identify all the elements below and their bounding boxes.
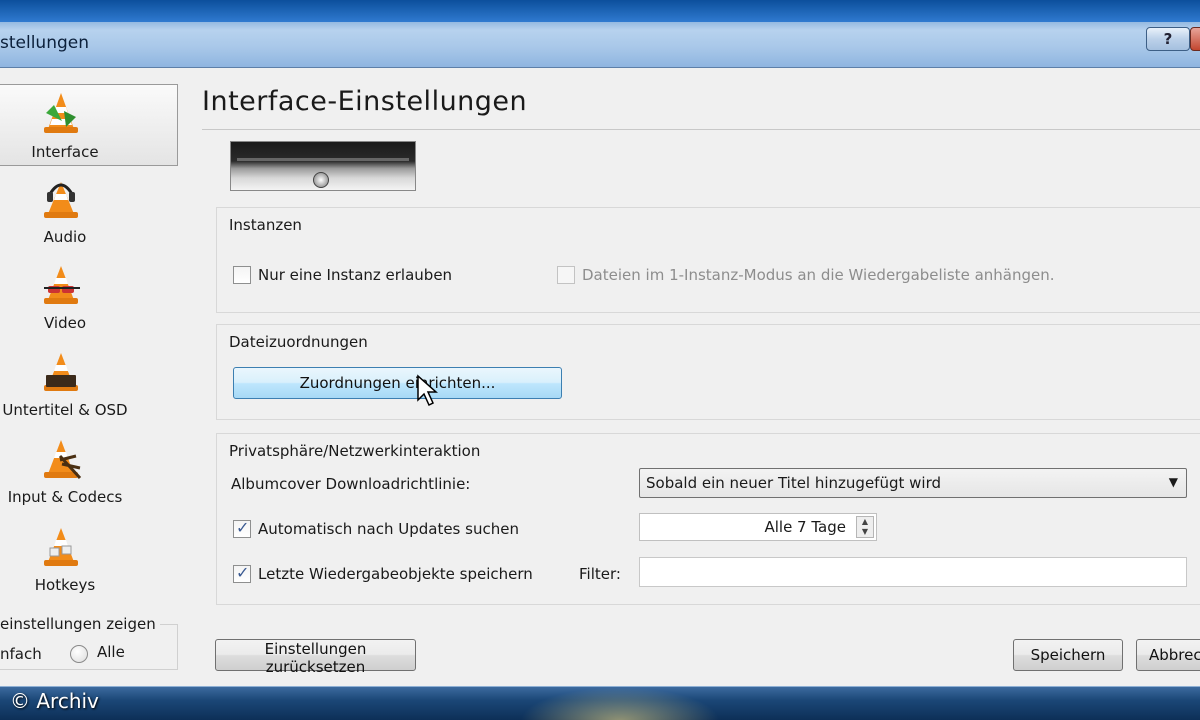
art-policy-select[interactable]: Sobald ein neuer Titel hinzugefügt wird … <box>639 468 1187 498</box>
vlc-cone-subtitle-icon <box>44 353 78 391</box>
help-button[interactable]: ? <box>1146 27 1190 51</box>
sidebar-item-label: Video <box>43 314 87 332</box>
vlc-cone-headphones-icon <box>44 182 78 218</box>
sidebar-item-label: Hotkeys <box>34 576 96 594</box>
single-instance-checkbox[interactable] <box>233 266 251 284</box>
sidebar-item-label: Audio <box>43 228 87 246</box>
show-settings-all-label[interactable]: Alle <box>97 643 125 661</box>
recent-items-checkbox[interactable] <box>233 563 251 583</box>
updates-interval-value: Alle 7 Tage <box>764 518 846 536</box>
show-settings-simple-label[interactable]: nfach <box>0 645 42 663</box>
privacy-title: Privatsphäre/Netzwerkinteraktion <box>229 442 481 460</box>
updates-interval-spinbox[interactable]: Alle 7 Tage ▲ ▼ <box>639 513 877 541</box>
save-button[interactable]: Speichern <box>1013 639 1123 671</box>
spin-up-down-icon[interactable]: ▲ ▼ <box>856 516 874 538</box>
preview-play-knob <box>313 172 329 188</box>
filter-input[interactable] <box>639 557 1187 587</box>
mouse-pointer-icon <box>417 374 438 407</box>
show-settings-legend: einstellungen zeigen <box>0 615 160 633</box>
os-taskbar <box>0 686 1200 720</box>
interface-skin-preview <box>230 141 416 191</box>
sidebar-item-untertitel-osd[interactable]: Untertitel & OSD <box>0 343 178 425</box>
filter-label: Filter: <box>579 565 621 583</box>
reset-preferences-button[interactable]: Einstellungen zurücksetzen <box>215 639 416 676</box>
vlc-cone-hotkeys-icon <box>44 528 78 566</box>
dateizuordnungen-title: Dateizuordnungen <box>229 333 368 351</box>
sidebar-item-hotkeys[interactable]: Hotkeys <box>0 518 178 600</box>
enqueue-checkbox <box>557 266 575 284</box>
instanzen-title: Instanzen <box>229 216 302 234</box>
window-title: stellungen <box>0 33 90 53</box>
updates-checkbox[interactable] <box>233 518 251 538</box>
sidebar-item-label: Interface <box>31 143 99 161</box>
category-sidebar: Interface Audio Video Untertitel & OSD I… <box>0 68 186 670</box>
sidebar-item-label: Input & Codecs <box>7 488 123 506</box>
art-policy-label: Albumcover Downloadrichtlinie: <box>231 475 471 493</box>
recent-items-label[interactable]: Letzte Wiedergabeobjekte speichern <box>258 565 533 583</box>
instanzen-group: Instanzen Nur eine Instanz erlauben Date… <box>216 207 1200 313</box>
show-settings-group: einstellungen zeigen nfach Alle <box>0 615 178 670</box>
preview-seekbar <box>237 158 409 161</box>
vlc-cone-codecs-icon <box>44 440 82 480</box>
image-credit-watermark: © Archiv <box>10 689 99 713</box>
page-title: Interface-Einstellungen <box>202 86 528 117</box>
chevron-down-icon: ▼ <box>1168 475 1178 489</box>
sidebar-item-interface[interactable]: Interface <box>0 84 178 166</box>
single-instance-label[interactable]: Nur eine Instanz erlauben <box>258 266 452 284</box>
dateizuordnungen-group: Dateizuordnungen Zuordnungen einrichten.… <box>216 324 1200 420</box>
setup-associations-button[interactable]: Zuordnungen einrichten... <box>233 367 562 399</box>
enqueue-label: Dateien im 1-Instanz-Modus an die Wieder… <box>582 266 1055 284</box>
art-policy-value: Sobald ein neuer Titel hinzugefügt wird <box>646 474 941 492</box>
vlc-cone-glasses-icon <box>44 266 80 304</box>
vlc-cone-interface-icon <box>44 93 78 133</box>
sidebar-item-label: Untertitel & OSD <box>2 401 128 419</box>
sidebar-item-audio[interactable]: Audio <box>0 170 178 252</box>
desktop-background-strip <box>0 0 1200 22</box>
cancel-button[interactable]: Abbrec <box>1136 639 1200 671</box>
preferences-dialog: Interface Audio Video Untertitel & OSD I… <box>0 68 1200 686</box>
close-button[interactable] <box>1190 27 1200 51</box>
privacy-group: Privatsphäre/Netzwerkinteraktion Albumco… <box>216 433 1200 605</box>
window-titlebar: stellungen ? <box>0 0 1200 68</box>
title-divider <box>202 129 1200 130</box>
sidebar-item-video[interactable]: Video <box>0 256 178 338</box>
taskbar-glow <box>520 687 720 720</box>
show-settings-all-radio[interactable] <box>70 645 88 663</box>
sidebar-item-input-codecs[interactable]: Input & Codecs <box>0 430 178 512</box>
updates-label[interactable]: Automatisch nach Updates suchen <box>258 520 519 538</box>
